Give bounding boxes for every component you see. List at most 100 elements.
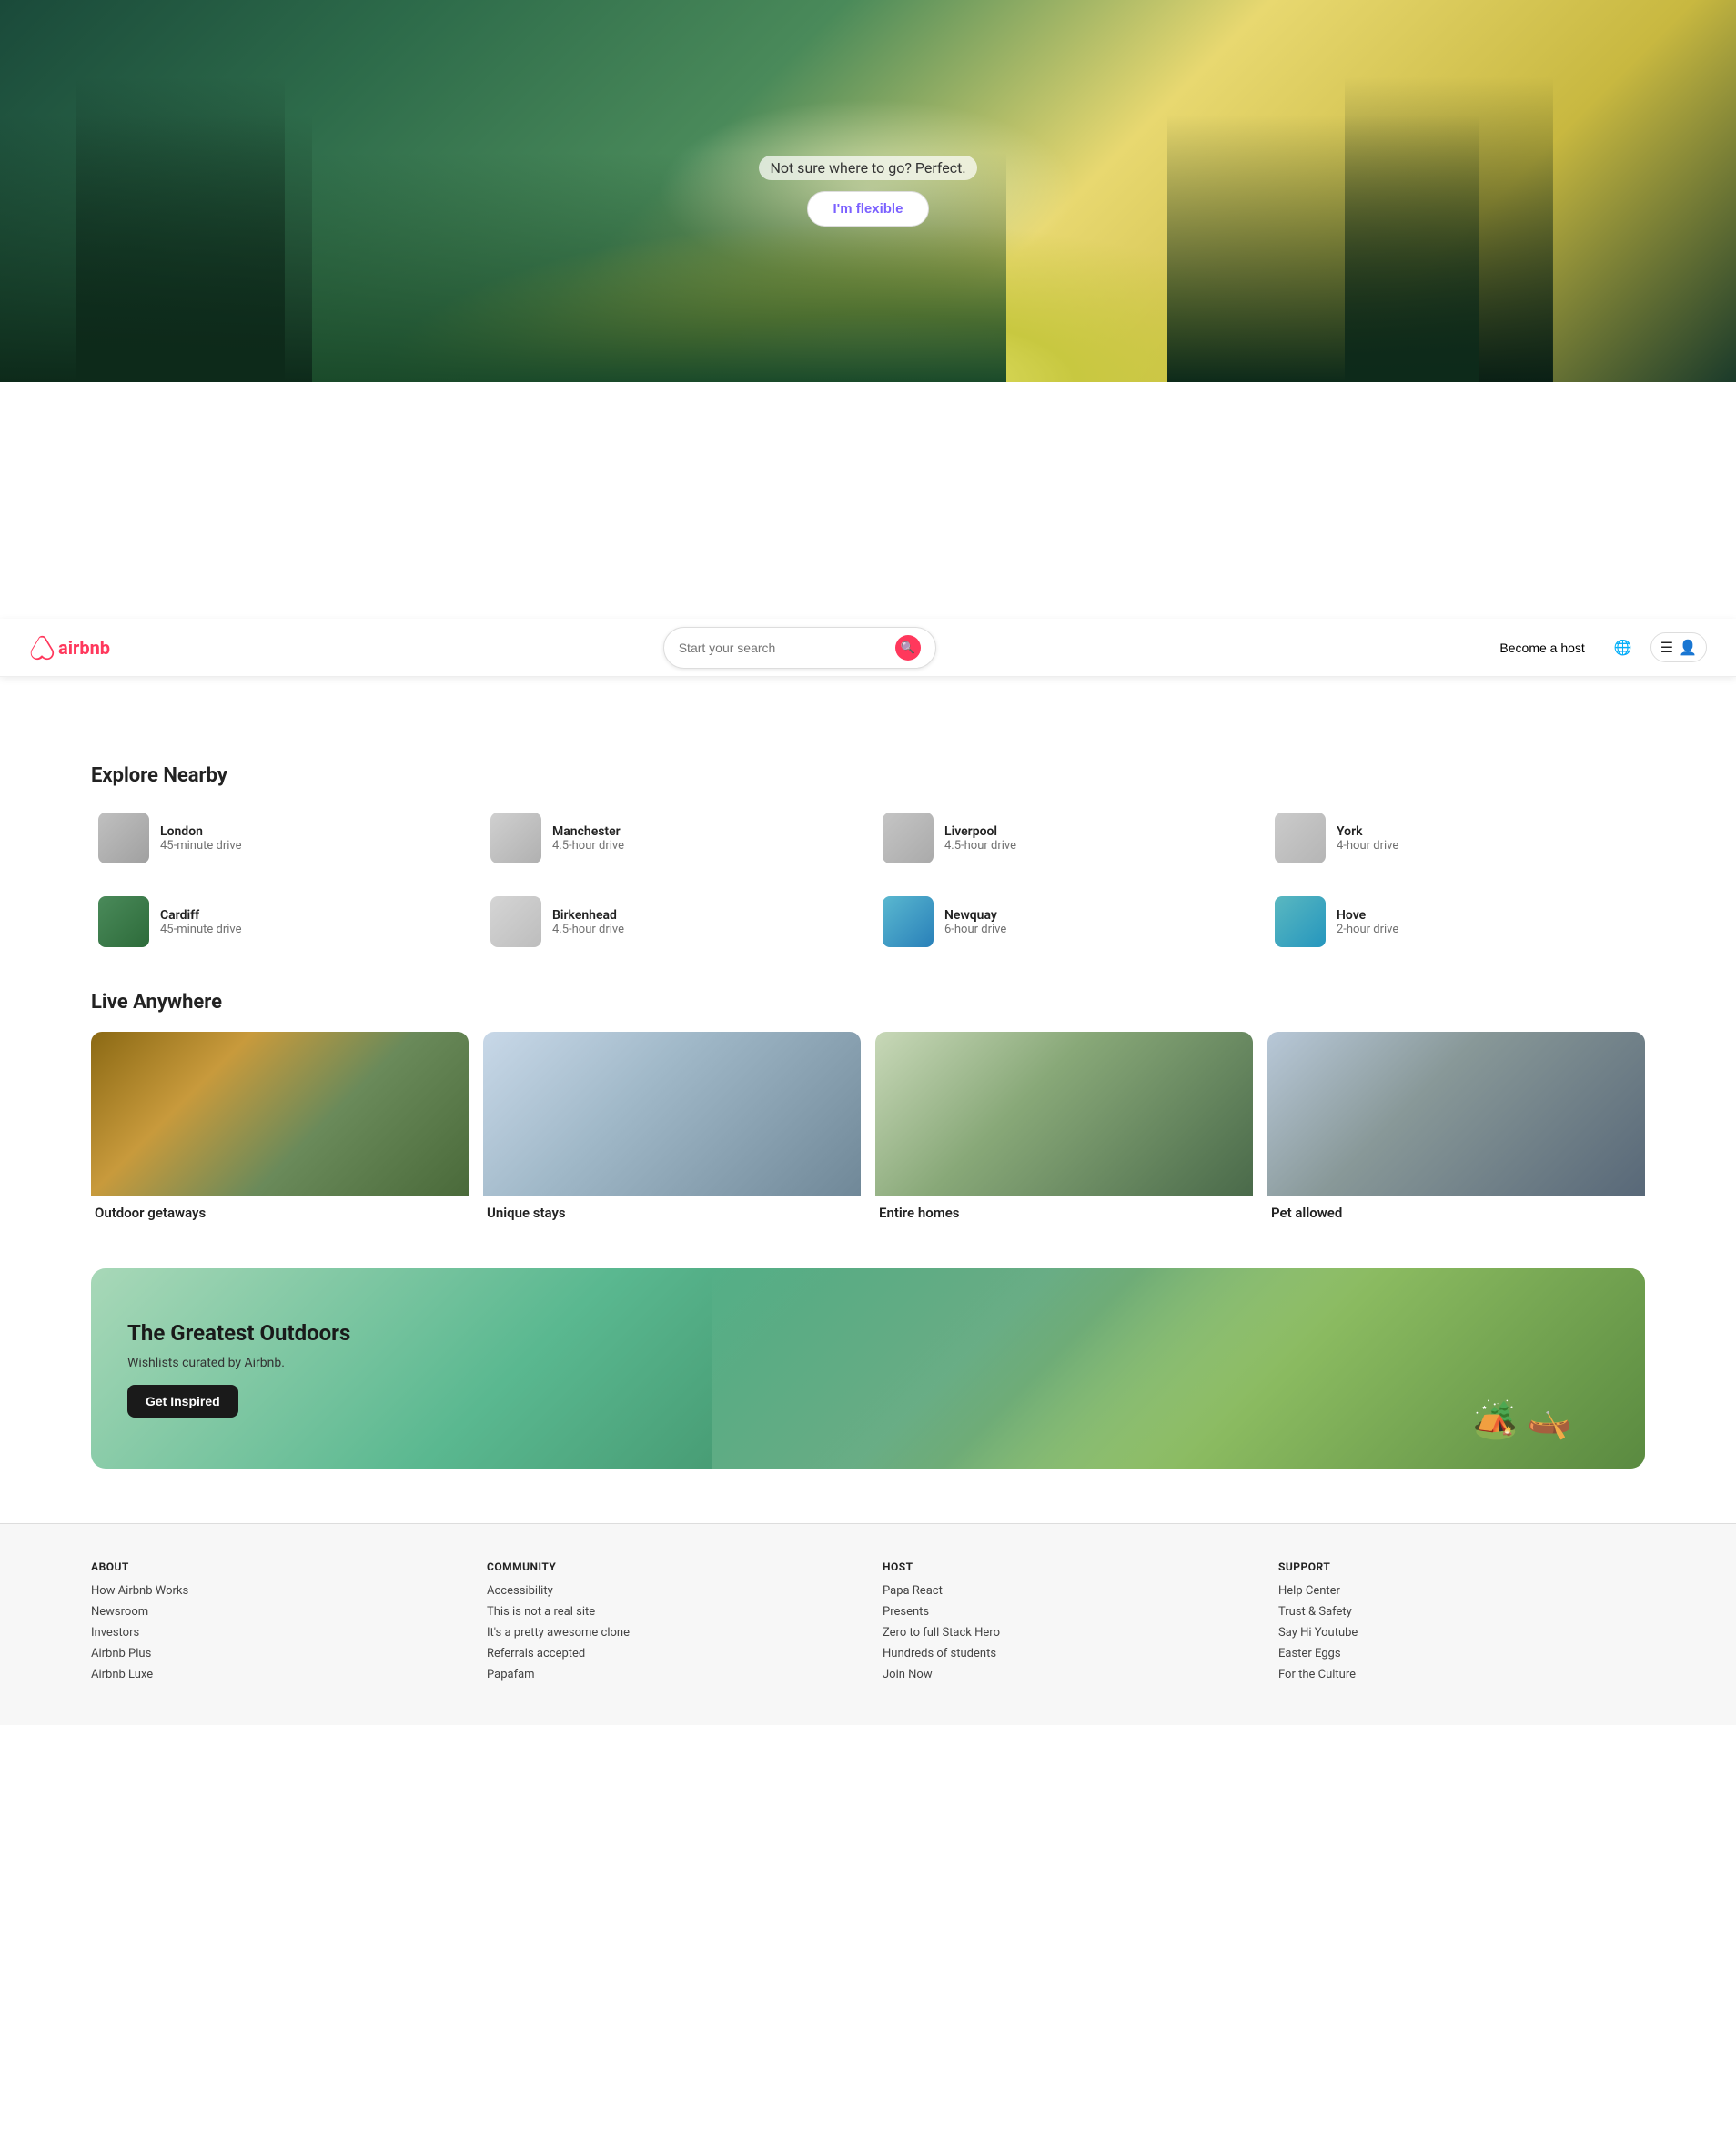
footer-link[interactable]: Referrals accepted	[487, 1647, 853, 1661]
footer-link[interactable]: Say Hi Youtube	[1278, 1626, 1645, 1640]
nearby-time: 45-minute drive	[160, 839, 461, 853]
hero-content: Not sure where to go? Perfect. I'm flexi…	[759, 156, 976, 227]
nearby-info: Liverpool 4.5-hour drive	[944, 824, 1246, 853]
nearby-time: 2-hour drive	[1337, 923, 1638, 936]
footer-link[interactable]: It's a pretty awesome clone	[487, 1626, 853, 1640]
nearby-info: Cardiff 45-minute drive	[160, 908, 461, 936]
nearby-time: 4-hour drive	[1337, 839, 1638, 853]
nearby-name: Manchester	[552, 824, 853, 839]
nearby-item[interactable]: York 4-hour drive	[1267, 805, 1645, 871]
footer-column: ABOUT How Airbnb Works Newsroom Investors A…	[91, 1560, 458, 1689]
navbar-logo[interactable]: airbnb	[29, 635, 110, 661]
nearby-name: Newquay	[944, 908, 1246, 923]
footer-link[interactable]: Airbnb Plus	[91, 1647, 458, 1661]
footer-link[interactable]: Papa React	[883, 1584, 1249, 1598]
footer-col-title: COMMUNITY	[487, 1560, 853, 1573]
nearby-time: 4.5-hour drive	[552, 839, 853, 853]
nearby-thumb	[1275, 813, 1326, 863]
nearby-thumb	[98, 813, 149, 863]
outdoors-subtitle: Wishlists curated by Airbnb.	[127, 1356, 350, 1370]
search-bar[interactable]: 🔍	[663, 627, 936, 669]
footer-link[interactable]: Trust & Safety	[1278, 1605, 1645, 1619]
nearby-item[interactable]: London 45-minute drive	[91, 805, 469, 871]
nearby-time: 45-minute drive	[160, 923, 461, 936]
nearby-info: Hove 2-hour drive	[1337, 908, 1638, 936]
live-card-image	[1267, 1032, 1645, 1196]
footer: ABOUT How Airbnb Works Newsroom Investors A…	[0, 1523, 1736, 1725]
live-card[interactable]: Unique stays	[483, 1032, 861, 1225]
footer-grid: ABOUT How Airbnb Works Newsroom Investors A…	[91, 1560, 1645, 1689]
nearby-item[interactable]: Cardiff 45-minute drive	[91, 889, 469, 954]
live-card-image	[875, 1032, 1253, 1196]
flexible-button[interactable]: I'm flexible	[807, 191, 930, 227]
nearby-info: Birkenhead 4.5-hour drive	[552, 908, 853, 936]
footer-link[interactable]: Join Now	[883, 1668, 1249, 1681]
nearby-name: London	[160, 824, 461, 839]
explore-grid: London 45-minute drive Manchester 4.5-ho…	[91, 805, 1645, 871]
globe-icon: 🌐	[1614, 641, 1632, 656]
footer-link[interactable]: How Airbnb Works	[91, 1584, 458, 1598]
live-card[interactable]: Outdoor getaways	[91, 1032, 469, 1225]
get-inspired-button[interactable]: Get Inspired	[127, 1385, 238, 1418]
user-menu-button[interactable]: ☰ 👤	[1650, 632, 1707, 662]
hero-section: Not sure where to go? Perfect. I'm flexi…	[0, 0, 1736, 382]
nearby-thumb	[490, 896, 541, 947]
footer-link[interactable]: Zero to full Stack Hero	[883, 1626, 1249, 1640]
footer-col-title: Host	[883, 1560, 1249, 1573]
live-anywhere-title: Live Anywhere	[91, 991, 1645, 1014]
navbar-right: Become a host 🌐 ☰ 👤	[1489, 631, 1707, 664]
nearby-item[interactable]: Hove 2-hour drive	[1267, 889, 1645, 954]
live-card-label: Pet allowed	[1267, 1196, 1645, 1225]
live-card-label: Unique stays	[483, 1196, 861, 1225]
nearby-name: Hove	[1337, 908, 1638, 923]
nearby-time: 6-hour drive	[944, 923, 1246, 936]
nearby-item[interactable]: Manchester 4.5-hour drive	[483, 805, 861, 871]
nearby-name: Liverpool	[944, 824, 1246, 839]
live-card[interactable]: Entire homes	[875, 1032, 1253, 1225]
nearby-name: Birkenhead	[552, 908, 853, 923]
footer-link[interactable]: Newsroom	[91, 1605, 458, 1619]
footer-link[interactable]: Easter Eggs	[1278, 1647, 1645, 1661]
nearby-thumb	[1275, 896, 1326, 947]
footer-link[interactable]: Hundreds of students	[883, 1647, 1249, 1661]
menu-icon: ☰	[1660, 639, 1673, 656]
footer-link[interactable]: Help Center	[1278, 1584, 1645, 1598]
outdoors-banner: The Greatest Outdoors Wishlists curated …	[91, 1268, 1645, 1469]
footer-link[interactable]: Airbnb Luxe	[91, 1668, 458, 1681]
nearby-info: York 4-hour drive	[1337, 824, 1638, 853]
footer-col-title: ABOUT	[91, 1560, 458, 1573]
airbnb-logo-icon	[29, 635, 55, 661]
footer-link[interactable]: Presents	[883, 1605, 1249, 1619]
nearby-info: Manchester 4.5-hour drive	[552, 824, 853, 853]
footer-column: Host Papa React Presents Zero to full Stac…	[883, 1560, 1249, 1689]
nearby-item[interactable]: Liverpool 4.5-hour drive	[875, 805, 1253, 871]
footer-column: SUPPORT Help CenterTrust & SafetySay Hi …	[1278, 1560, 1645, 1689]
nearby-item[interactable]: Birkenhead 4.5-hour drive	[483, 889, 861, 954]
nearby-time: 4.5-hour drive	[944, 839, 1246, 853]
footer-link[interactable]: Investors	[91, 1626, 458, 1640]
footer-link[interactable]: For the Culture	[1278, 1668, 1645, 1681]
nearby-name: York	[1337, 824, 1638, 839]
main-content: Explore Nearby London 45-minute drive Ma…	[0, 764, 1736, 1469]
become-host-button[interactable]: Become a host	[1489, 633, 1595, 662]
nearby-item[interactable]: Newquay 6-hour drive	[875, 889, 1253, 954]
nearby-name: Cardiff	[160, 908, 461, 923]
navbar: airbnb 🔍 Become a host 🌐 ☰ 👤	[0, 619, 1736, 677]
nearby-time: 4.5-hour drive	[552, 923, 853, 936]
footer-link[interactable]: This is not a real site	[487, 1605, 853, 1619]
nearby-info: Newquay 6-hour drive	[944, 908, 1246, 936]
footer-link[interactable]: Papafam	[487, 1668, 853, 1681]
globe-button[interactable]: 🌐	[1607, 631, 1640, 664]
explore-grid-2: Cardiff 45-minute drive Birkenhead 4.5-h…	[91, 889, 1645, 954]
footer-column: COMMUNITY Accessibility This is not a rea…	[487, 1560, 853, 1689]
hero-tagline: Not sure where to go? Perfect.	[759, 156, 976, 180]
search-icon: 🔍	[901, 641, 915, 655]
nearby-info: London 45-minute drive	[160, 824, 461, 853]
live-card[interactable]: Pet allowed	[1267, 1032, 1645, 1225]
search-button[interactable]: 🔍	[895, 635, 921, 661]
nearby-thumb	[490, 813, 541, 863]
search-input[interactable]	[679, 641, 886, 655]
live-card-label: Entire homes	[875, 1196, 1253, 1225]
nearby-thumb	[883, 813, 934, 863]
footer-link[interactable]: Accessibility	[487, 1584, 853, 1598]
